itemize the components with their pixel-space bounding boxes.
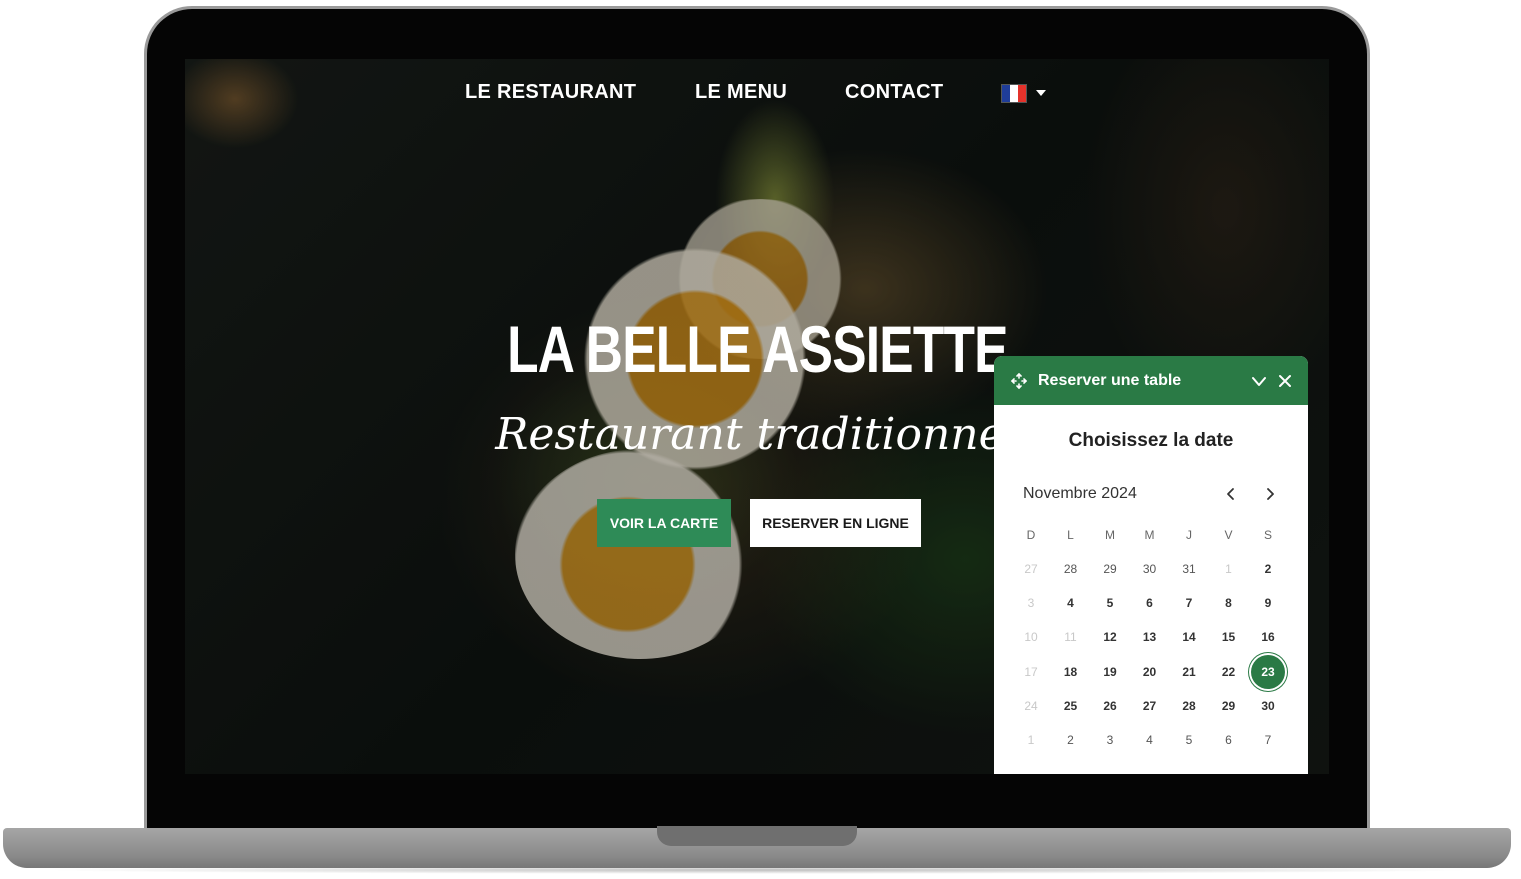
- weekday-label: M: [1144, 528, 1155, 542]
- choose-date-heading: Choisissez la date: [1068, 430, 1234, 451]
- calendar-day[interactable]: 18: [1054, 655, 1088, 689]
- calendar-day: 1: [1225, 562, 1232, 576]
- nav-contact[interactable]: CONTACT: [845, 69, 943, 115]
- calendar-day[interactable]: 29: [1093, 552, 1127, 586]
- voir-la-carte-button[interactable]: VOIR LA CARTE: [597, 499, 731, 547]
- calendar-day: 10: [1024, 630, 1038, 645]
- calendar-day[interactable]: 13: [1133, 620, 1167, 654]
- calendar-day[interactable]: 30: [1251, 689, 1285, 723]
- calendar-day[interactable]: 26: [1093, 689, 1127, 723]
- calendar-day[interactable]: 8: [1212, 586, 1246, 620]
- top-nav: LE RESTAURANT LE MENU CONTACT: [185, 69, 1329, 115]
- calendar-day[interactable]: 4: [1054, 586, 1088, 620]
- calendar-day[interactable]: 7: [1251, 723, 1285, 757]
- weekday-label: M: [1105, 528, 1115, 542]
- calendar-day: 24: [1024, 698, 1038, 713]
- calendar-day[interactable]: 6: [1212, 723, 1246, 757]
- move-icon[interactable]: [1008, 370, 1030, 392]
- calendar-day-selected[interactable]: 23: [1251, 654, 1285, 689]
- booking-widget: Reserver une table Choisissez la date No…: [994, 356, 1308, 774]
- weekday-label: J: [1186, 528, 1192, 542]
- nav-le-restaurant[interactable]: LE RESTAURANT: [465, 69, 636, 115]
- calendar-day[interactable]: 28: [1054, 552, 1088, 586]
- widget-title: Reserver une table: [1038, 371, 1182, 389]
- reserver-en-ligne-button[interactable]: RESERVER EN LIGNE: [750, 499, 921, 547]
- widget-header: Reserver une table: [994, 356, 1308, 405]
- language-selector[interactable]: [1001, 83, 1047, 103]
- calendar-day[interactable]: 27: [1133, 689, 1167, 723]
- calendar-day[interactable]: 3: [1093, 723, 1127, 757]
- calendar-day[interactable]: 9: [1251, 586, 1285, 620]
- weekday-label: L: [1067, 528, 1074, 542]
- chevron-down-icon[interactable]: [1248, 370, 1270, 392]
- weekday-label: S: [1263, 528, 1272, 542]
- calendar-day: 1: [1027, 733, 1035, 747]
- calendar-day[interactable]: 15: [1212, 620, 1246, 654]
- calendar-day[interactable]: 14: [1172, 620, 1206, 654]
- website-screen: LE RESTAURANT LE MENU CONTACT LA BELLE A…: [185, 59, 1329, 774]
- calendar-day[interactable]: 12: [1093, 620, 1127, 654]
- calendar-day: 27: [1024, 562, 1038, 576]
- weekday-label: V: [1224, 528, 1233, 542]
- calendar-day[interactable]: 19: [1093, 655, 1127, 689]
- weekday-label: D: [1026, 528, 1036, 542]
- fr-flag-icon: [1001, 83, 1027, 103]
- close-icon[interactable]: [1274, 370, 1296, 392]
- calendar-day[interactable]: 4: [1133, 723, 1167, 757]
- calendar-day[interactable]: 6: [1133, 586, 1167, 620]
- calendar-day: 11: [1064, 630, 1077, 645]
- laptop-notch: [657, 826, 857, 846]
- calendar-day[interactable]: 5: [1093, 586, 1127, 620]
- calendar-day[interactable]: 7: [1172, 586, 1206, 620]
- calendar-day[interactable]: 21: [1172, 655, 1206, 689]
- calendar-day[interactable]: 5: [1172, 723, 1206, 757]
- calendar-day[interactable]: 16: [1251, 620, 1285, 654]
- calendar-month-label: Novembre 2024: [1023, 485, 1137, 502]
- caret-down-icon: [1036, 90, 1046, 96]
- calendar-day[interactable]: 2: [1251, 552, 1285, 586]
- chevron-right-icon[interactable]: [1259, 483, 1281, 505]
- calendar-day[interactable]: 29: [1212, 689, 1246, 723]
- nav-le-menu[interactable]: LE MENU: [695, 69, 787, 115]
- calendar-day[interactable]: 31: [1172, 552, 1206, 586]
- calendar-day: 17: [1024, 664, 1038, 679]
- calendar-day[interactable]: 28: [1172, 689, 1206, 723]
- calendar-day[interactable]: 2: [1054, 723, 1088, 757]
- calendar-day[interactable]: 30: [1133, 552, 1167, 586]
- calendar-day[interactable]: 22: [1212, 655, 1246, 689]
- chevron-left-icon[interactable]: [1220, 483, 1242, 505]
- calendar-day[interactable]: 25: [1054, 689, 1088, 723]
- calendar-day[interactable]: 20: [1133, 655, 1167, 689]
- calendar-day: 3: [1027, 596, 1035, 611]
